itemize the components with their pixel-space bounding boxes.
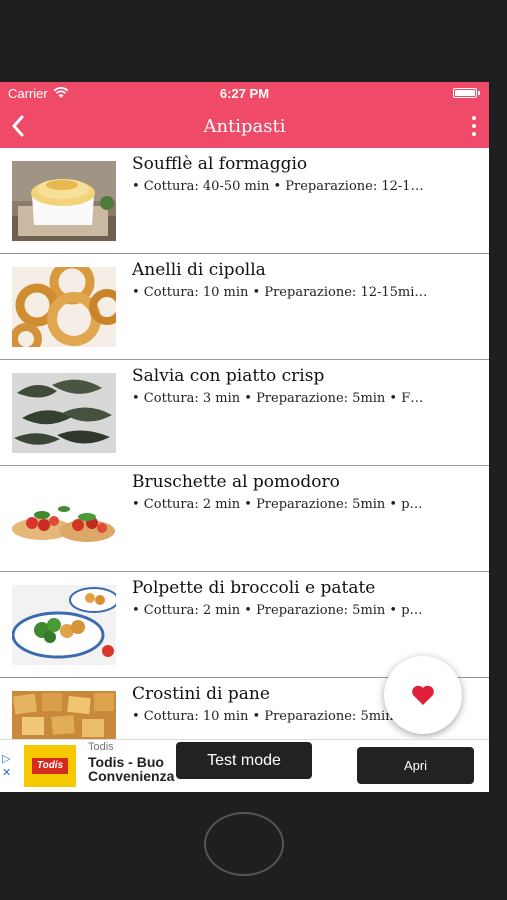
ad-advertiser: Todis bbox=[88, 741, 114, 753]
recipe-meta: • Cottura: 2 min • Preparazione: 5min • … bbox=[132, 497, 423, 512]
recipe-title: Bruschette al pomodoro bbox=[132, 472, 340, 492]
favorites-button[interactable] bbox=[384, 656, 462, 734]
ad-logo-text: Todis bbox=[32, 758, 68, 774]
device-bezel-top bbox=[0, 0, 507, 82]
ad-logo: Todis bbox=[24, 745, 76, 787]
status-time: 6:27 PM bbox=[219, 85, 270, 101]
home-button[interactable] bbox=[204, 812, 284, 876]
recipe-row[interactable]: Salvia con piatto crisp • Cottura: 3 min… bbox=[0, 360, 489, 466]
recipe-row[interactable]: Anelli di cipolla • Cottura: 10 min • Pr… bbox=[0, 254, 489, 360]
recipe-title: Polpette di broccoli e patate bbox=[132, 578, 376, 598]
recipe-image-bruschetta bbox=[12, 479, 116, 559]
recipe-image-onion-rings bbox=[12, 267, 116, 347]
battery-icon bbox=[453, 88, 480, 98]
recipe-image-broccoli bbox=[12, 585, 116, 665]
recipe-image-sage bbox=[12, 373, 116, 453]
more-vertical-icon[interactable] bbox=[471, 116, 477, 136]
adchoices-icon[interactable]: ▷ ✕ bbox=[2, 752, 11, 780]
recipe-title: Crostini di pane bbox=[132, 684, 270, 704]
recipe-meta: • Cottura: 2 min • Preparazione: 5min • … bbox=[132, 603, 423, 618]
ad-headline: Todis - Buo Convenienza bbox=[88, 755, 175, 783]
page-title: Antipasti bbox=[203, 115, 286, 137]
recipe-title: Soufflè al formaggio bbox=[132, 154, 308, 174]
recipe-meta: • Cottura: 10 min • Preparazione: 12-15m… bbox=[132, 285, 428, 300]
recipe-row[interactable]: Soufflè al formaggio • Cottura: 40-50 mi… bbox=[0, 148, 489, 254]
recipe-row[interactable]: Bruschette al pomodoro • Cottura: 2 min … bbox=[0, 466, 489, 572]
chevron-left-icon[interactable] bbox=[9, 114, 27, 138]
ad-open-button[interactable]: Apri bbox=[357, 747, 474, 784]
app-screen: Carrier 6:27 PM Antipasti Soufflè al for… bbox=[0, 82, 489, 792]
test-mode-label: Test mode bbox=[176, 742, 312, 779]
recipe-meta: • Cottura: 40-50 min • Preparazione: 12-… bbox=[132, 179, 424, 194]
recipe-image-souffle bbox=[12, 161, 116, 241]
nav-bar: Antipasti bbox=[0, 104, 489, 148]
heart-icon bbox=[412, 685, 434, 705]
recipe-title: Salvia con piatto crisp bbox=[132, 366, 325, 386]
status-bar: Carrier 6:27 PM bbox=[0, 82, 489, 104]
recipe-meta: • Cottura: 3 min • Preparazione: 5min • … bbox=[132, 391, 424, 406]
recipe-title: Anelli di cipolla bbox=[132, 260, 266, 280]
